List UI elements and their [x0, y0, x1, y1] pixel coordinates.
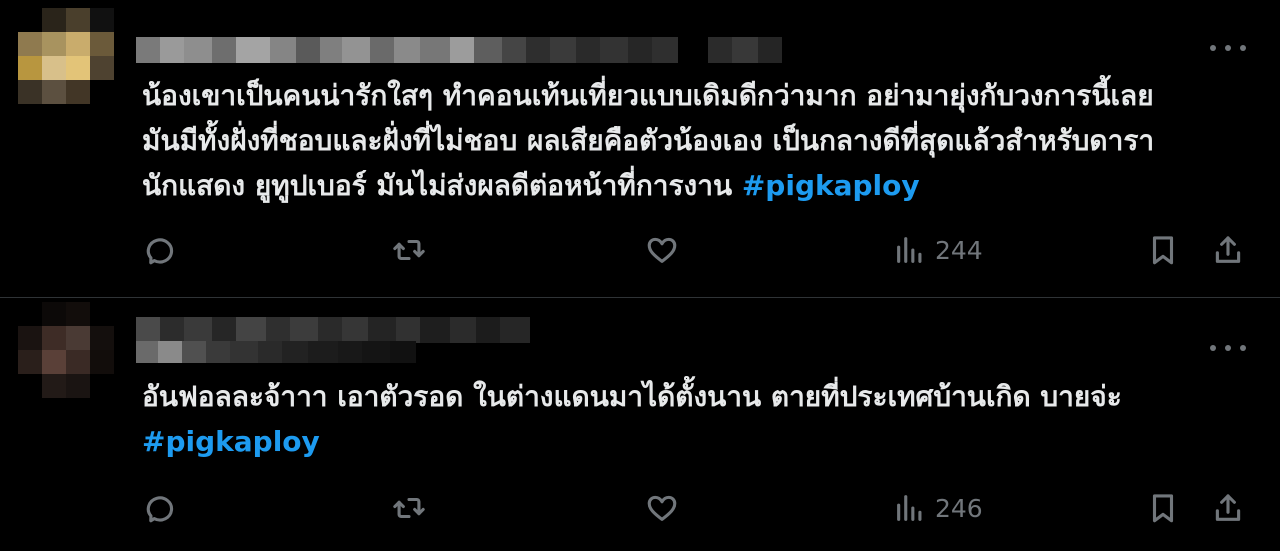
- repost-button[interactable]: [392, 230, 426, 270]
- tweet-text-line: นักแสดง ยูทูปเบอร์ มันไม่ส่งผลดีต่อหน้าท…: [142, 169, 733, 202]
- tweet-text-line: อันฟอลละจ้าาา เอาตัวรอด ในต่างแดนมาได้ตั…: [142, 380, 1122, 413]
- bookmark-icon: [1152, 236, 1174, 265]
- more-icon[interactable]: [1210, 338, 1246, 358]
- views-count: 244: [935, 235, 983, 265]
- tweet-text: น้องเขาเป็นคนน่ารักใสๆ ทำคอนเท้นเที่ยวแบ…: [142, 73, 1252, 208]
- views-button[interactable]: 246: [893, 488, 983, 528]
- tweet-text: อันฟอลละจ้าาา เอาตัวรอด ในต่างแดนมาได้ตั…: [142, 374, 1252, 464]
- views-button[interactable]: 244: [893, 230, 983, 270]
- bookmark-button[interactable]: [1146, 230, 1180, 270]
- views-icon: [897, 495, 922, 521]
- hashtag-link[interactable]: #pigkaploy: [142, 425, 320, 458]
- tweet-text-line: มันมีทั้งฝั่งที่ชอบและฝั่งที่ไม่ชอบ ผลเส…: [142, 124, 1155, 157]
- share-icon: [1215, 236, 1241, 263]
- reply-button[interactable]: [143, 488, 177, 528]
- like-button[interactable]: [645, 488, 679, 528]
- like-icon: [647, 495, 677, 521]
- avatar[interactable]: [18, 8, 114, 104]
- like-icon: [647, 237, 677, 263]
- share-icon: [1215, 494, 1241, 521]
- reply-icon: [146, 238, 174, 265]
- tweet-text-line: น้องเขาเป็นคนน่ารักใสๆ ทำคอนเท้นเที่ยวแบ…: [142, 79, 1154, 112]
- action-bar: 244: [0, 230, 1280, 270]
- repost-button[interactable]: [392, 488, 426, 528]
- author-name-blurred[interactable]: [136, 37, 782, 63]
- more-icon[interactable]: [1210, 38, 1246, 58]
- bookmark-icon: [1152, 494, 1174, 523]
- tweet-0[interactable]: น้องเขาเป็นคนน่ารักใสๆ ทำคอนเท้นเที่ยวแบ…: [0, 0, 1280, 297]
- share-button[interactable]: [1211, 230, 1245, 270]
- tweet-1[interactable]: อันฟอลละจ้าาา เอาตัวรอด ในต่างแดนมาได้ตั…: [0, 298, 1280, 551]
- author-handle-blurred[interactable]: [136, 341, 416, 363]
- hashtag-link[interactable]: #pigkaploy: [742, 169, 920, 202]
- reply-button[interactable]: [143, 230, 177, 270]
- views-count: 246: [935, 493, 983, 523]
- avatar[interactable]: [18, 302, 114, 398]
- bookmark-button[interactable]: [1146, 488, 1180, 528]
- share-button[interactable]: [1211, 488, 1245, 528]
- reply-icon: [146, 496, 174, 523]
- repost-icon: [393, 239, 425, 261]
- views-icon: [897, 237, 922, 263]
- like-button[interactable]: [645, 230, 679, 270]
- repost-icon: [393, 497, 425, 519]
- action-bar: 246: [0, 488, 1280, 528]
- author-name-blurred[interactable]: [136, 317, 530, 343]
